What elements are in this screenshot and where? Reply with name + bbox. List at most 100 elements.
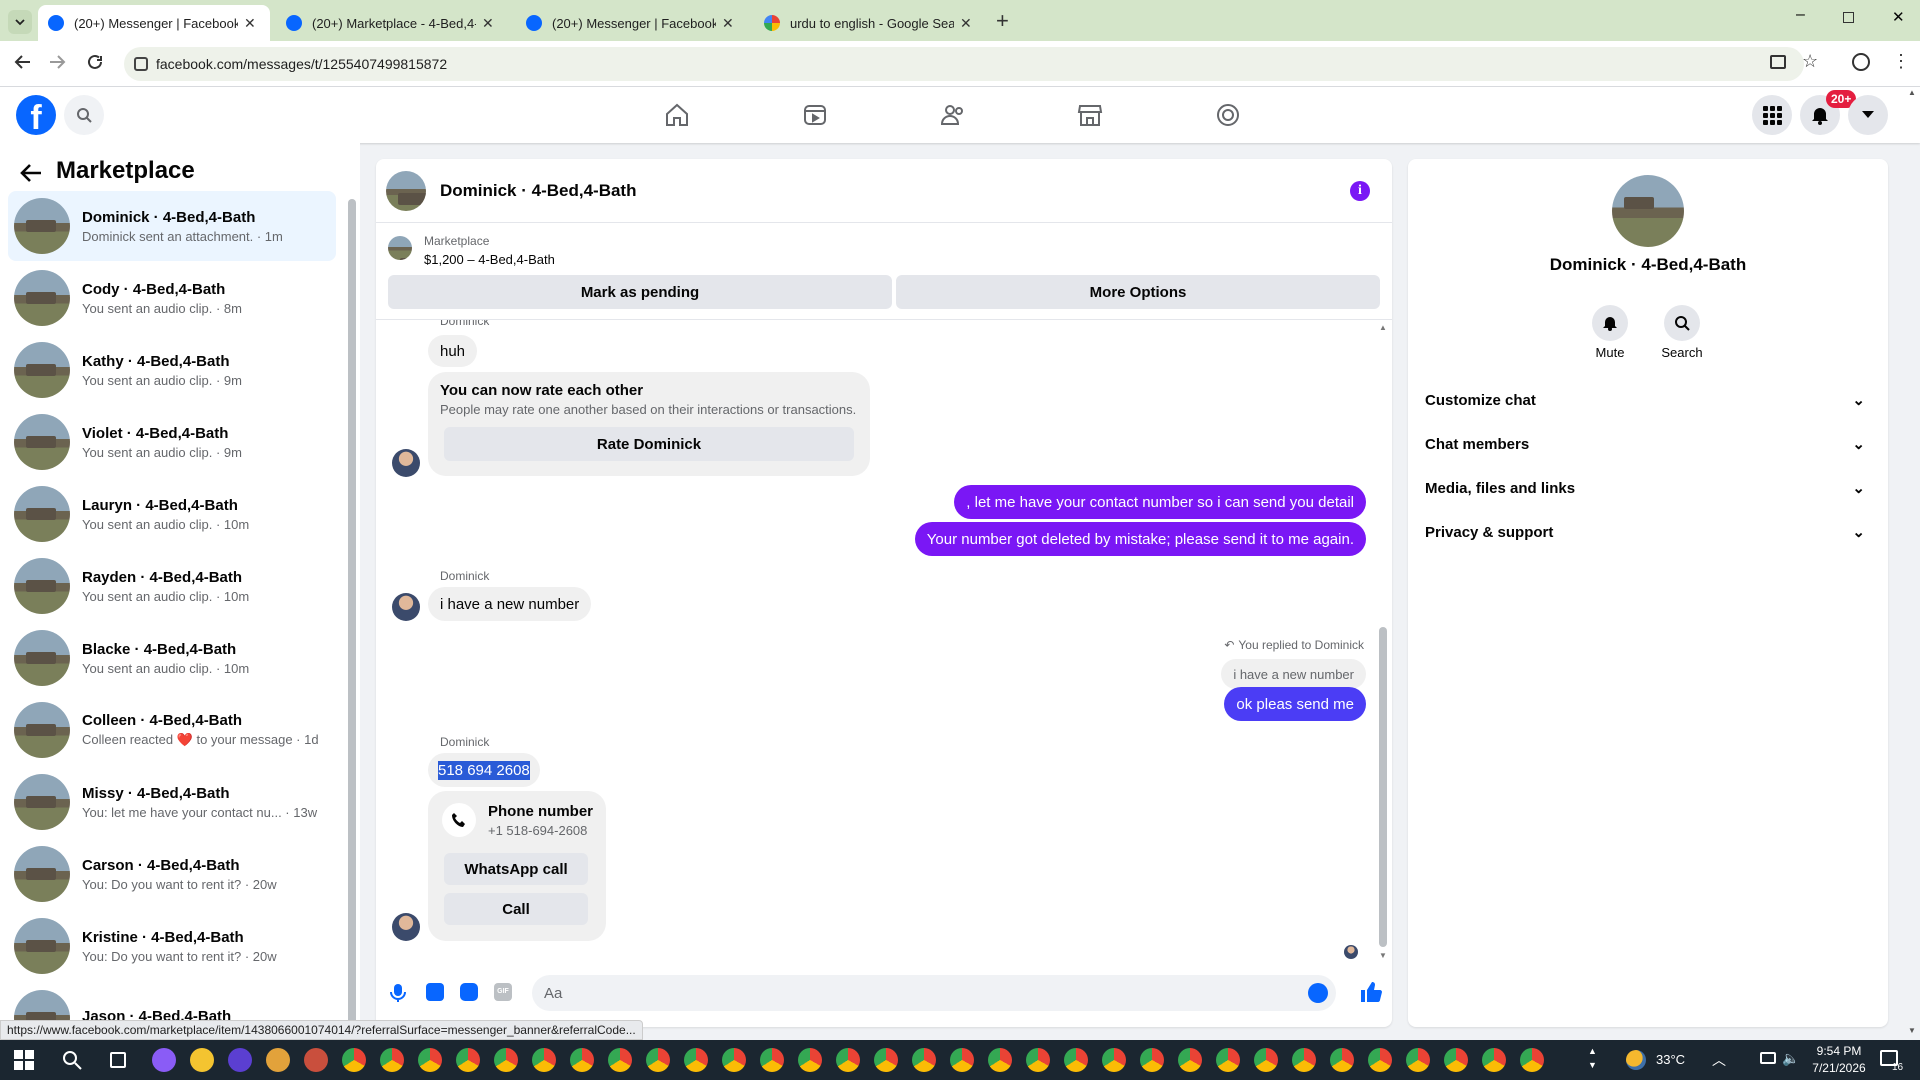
home-icon[interactable]: [661, 99, 693, 131]
more-options-button[interactable]: More Options: [896, 275, 1380, 309]
conversation-item[interactable]: Cody · 4-Bed,4-Bath You sent an audio cli…: [8, 263, 336, 333]
browser-tab[interactable]: urdu to english - Google Search ✕: [754, 5, 986, 41]
windows-start-icon[interactable]: [14, 1050, 34, 1070]
browser-tab[interactable]: (20+) Marketplace - 4-Bed,4-Bath ✕: [276, 5, 508, 41]
chrome-window-icon[interactable]: [798, 1048, 822, 1072]
gif-icon[interactable]: GIF: [494, 983, 512, 1001]
sender-avatar[interactable]: [392, 449, 420, 477]
chrome-window-icon[interactable]: [1254, 1048, 1278, 1072]
minimize-icon[interactable]: –: [1796, 6, 1805, 24]
photo-icon[interactable]: [426, 983, 444, 1001]
search-icon[interactable]: [64, 95, 104, 135]
video-icon[interactable]: [799, 99, 831, 131]
menu-grid-icon[interactable]: [1752, 95, 1792, 135]
emoji-icon[interactable]: [1308, 983, 1328, 1003]
listing-thumbnail[interactable]: [388, 236, 412, 260]
clock-time[interactable]: 9:54 PM: [1806, 1044, 1872, 1058]
chrome-window-icon[interactable]: [1406, 1048, 1430, 1072]
mark-as-pending-button[interactable]: Mark as pending: [388, 275, 892, 309]
facebook-logo-icon[interactable]: f: [16, 95, 56, 135]
chat-scroll-down-icon[interactable]: ▼: [1379, 951, 1387, 960]
close-window-icon[interactable]: ✕: [1892, 8, 1905, 26]
like-thumb-icon[interactable]: [1360, 981, 1382, 1003]
listing-title[interactable]: $1,200 – 4-Bed,4-Bath: [424, 252, 555, 267]
conversation-item[interactable]: Carson · 4-Bed,4-Bath You: Do you want to…: [8, 839, 336, 909]
browser-tab[interactable]: (20+) Messenger | Facebook ✕: [516, 5, 748, 41]
chrome-window-icon[interactable]: [570, 1048, 594, 1072]
chrome-window-icon[interactable]: [380, 1048, 404, 1072]
volume-icon[interactable]: 🔈: [1782, 1050, 1799, 1067]
privacy-support-section[interactable]: Privacy & support ⌄: [1425, 520, 1865, 544]
chrome-window-icon[interactable]: [494, 1048, 518, 1072]
message-bubble[interactable]: Your number got deleted by mistake; plea…: [914, 522, 1366, 556]
chrome-window-icon[interactable]: [1330, 1048, 1354, 1072]
chrome-window-icon[interactable]: [874, 1048, 898, 1072]
message-bubble[interactable]: i have a new number: [428, 587, 592, 621]
message-bubble[interactable]: huh: [428, 335, 478, 367]
tab-search-icon[interactable]: [8, 10, 32, 34]
new-tab-icon[interactable]: +: [996, 8, 1009, 34]
chrome-window-icon[interactable]: [836, 1048, 860, 1072]
pinned-app-icon[interactable]: [152, 1048, 176, 1072]
pinned-app-icon[interactable]: [304, 1048, 328, 1072]
customize-chat-section[interactable]: Customize chat ⌄: [1425, 388, 1865, 412]
taskbar-scroll-icon[interactable]: ▲ ▼: [1588, 1044, 1597, 1072]
chrome-window-icon[interactable]: [1520, 1048, 1544, 1072]
browser-tab[interactable]: (20+) Messenger | Facebook ✕: [38, 5, 270, 41]
install-app-icon[interactable]: [1770, 55, 1786, 69]
chrome-window-icon[interactable]: [342, 1048, 366, 1072]
page-scroll-up-icon[interactable]: ▲: [1908, 88, 1916, 97]
conversation-item[interactable]: Kathy · 4-Bed,4-Bath You sent an audio cl…: [8, 335, 336, 405]
chrome-window-icon[interactable]: [722, 1048, 746, 1072]
back-arrow-icon[interactable]: [20, 163, 42, 183]
rate-dominick-button[interactable]: Rate Dominick: [444, 427, 854, 461]
sticker-icon[interactable]: [460, 983, 478, 1001]
conversation-item[interactable]: Kristine · 4-Bed,4-Bath You: Do you want …: [8, 911, 336, 981]
message-bubble[interactable]: 518 694 2608: [428, 753, 540, 787]
chat-members-section[interactable]: Chat members ⌄: [1425, 432, 1865, 456]
chrome-window-icon[interactable]: [646, 1048, 670, 1072]
chrome-window-icon[interactable]: [760, 1048, 784, 1072]
conversation-item[interactable]: Lauryn · 4-Bed,4-Bath You sent an audio c…: [8, 479, 336, 549]
chrome-window-icon[interactable]: [950, 1048, 974, 1072]
conversation-item[interactable]: Colleen · 4-Bed,4-Bath Colleen reacted ❤️…: [8, 695, 336, 765]
chrome-window-icon[interactable]: [1178, 1048, 1202, 1072]
conversation-item[interactable]: Rayden · 4-Bed,4-Bath You sent an audio c…: [8, 551, 336, 621]
pinned-app-icon[interactable]: [266, 1048, 290, 1072]
chrome-window-icon[interactable]: [1444, 1048, 1468, 1072]
details-avatar[interactable]: [1612, 175, 1684, 247]
conversation-item[interactable]: Missy · 4-Bed,4-Bath You: let me have you…: [8, 767, 336, 837]
media-files-links-section[interactable]: Media, files and links ⌄: [1425, 476, 1865, 500]
chat-title[interactable]: Dominick · 4-Bed,4-Bath: [440, 181, 636, 201]
whatsapp-call-button[interactable]: WhatsApp call: [444, 853, 588, 885]
quoted-message[interactable]: i have a new number: [1221, 659, 1366, 689]
chrome-window-icon[interactable]: [1292, 1048, 1316, 1072]
chrome-window-icon[interactable]: [456, 1048, 480, 1072]
restore-icon[interactable]: [1843, 12, 1854, 23]
chrome-window-icon[interactable]: [1216, 1048, 1240, 1072]
search-icon[interactable]: [62, 1050, 82, 1070]
pinned-app-icon[interactable]: [190, 1048, 214, 1072]
chrome-window-icon[interactable]: [1140, 1048, 1164, 1072]
microphone-icon[interactable]: [390, 983, 406, 1003]
chrome-window-icon[interactable]: [608, 1048, 632, 1072]
clock-date[interactable]: 7/21/2026: [1806, 1061, 1872, 1075]
gaming-icon[interactable]: [1212, 99, 1244, 131]
chrome-window-icon[interactable]: [1482, 1048, 1506, 1072]
conversation-item[interactable]: Dominick · 4-Bed,4-Bath Dominick sent an …: [8, 191, 336, 261]
chat-avatar[interactable]: [386, 171, 426, 211]
task-view-icon[interactable]: [110, 1052, 126, 1068]
chrome-window-icon[interactable]: [912, 1048, 936, 1072]
browser-menu-icon[interactable]: ⋮: [1892, 51, 1910, 72]
chrome-window-icon[interactable]: [988, 1048, 1012, 1072]
message-bubble[interactable]: ok pleas send me: [1224, 687, 1366, 721]
chrome-window-icon[interactable]: [1368, 1048, 1392, 1072]
show-hidden-icons-icon[interactable]: ︿: [1712, 1050, 1726, 1070]
bookmark-star-icon[interactable]: ☆: [1802, 51, 1818, 72]
network-icon[interactable]: [1760, 1052, 1776, 1064]
close-tab-icon[interactable]: ✕: [960, 15, 976, 32]
temperature[interactable]: 33°C: [1656, 1052, 1685, 1067]
marketplace-icon[interactable]: [1074, 99, 1106, 131]
forward-icon[interactable]: [48, 53, 66, 71]
chrome-window-icon[interactable]: [418, 1048, 442, 1072]
